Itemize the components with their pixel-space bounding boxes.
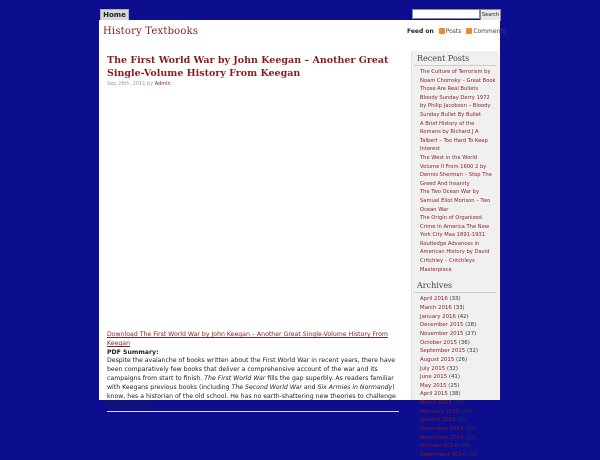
archive-link[interactable]: August 2015 [420, 357, 454, 363]
recent-posts-title: Recent Posts [414, 51, 496, 66]
archive-item: June 2015 (41) [420, 374, 460, 381]
post-divider [107, 411, 399, 412]
archive-item: February 2015 (44) [420, 408, 473, 415]
site-title[interactable]: History Textbooks [103, 26, 198, 37]
summary-label: PDF Summary: [107, 348, 159, 356]
archive-item: August 2015 (26) [420, 356, 468, 363]
recent-post-link[interactable]: The Culture of Terrorism by Noam Chomsky… [420, 68, 496, 85]
archive-link[interactable]: November 2015 [420, 331, 463, 337]
post-content: The First World War by John Keegan – Ano… [107, 54, 399, 87]
archive-item: November 2015 (27) [420, 330, 477, 337]
page-container: History Textbooks Feed on Posts Comments… [99, 20, 506, 458]
archive-item: May 2015 (25) [420, 382, 460, 389]
recent-post-link[interactable]: The Origin of Organized Crime in America… [420, 214, 496, 274]
archive-item: October 2014 (39) [420, 443, 470, 450]
archive-item: September 2015 (32) [420, 348, 479, 355]
download-link[interactable]: Download The First World War by John Kee… [107, 331, 388, 347]
archive-link[interactable]: December 2015 [420, 322, 463, 328]
site-header: History Textbooks Feed on Posts Comments [99, 20, 506, 44]
rss-icon [466, 28, 473, 34]
archive-link[interactable]: June 2015 [420, 374, 447, 380]
post-meta: Sep 26th, 2011 by Admin [107, 81, 399, 87]
archive-item: January 2016 (42) [420, 313, 469, 320]
archive-link[interactable]: May 2015 [420, 383, 447, 389]
archive-link[interactable]: October 2014 [420, 443, 457, 449]
top-bar: Home Search [0, 0, 600, 21]
post-author[interactable]: Admin [155, 81, 171, 87]
archive-item: April 2015 (38) [420, 391, 461, 398]
archive-link[interactable]: April 2016 [420, 296, 448, 302]
archive-item: December 2015 (28) [420, 322, 477, 329]
summary-text: Despite the avalanche of books written a… [107, 357, 396, 409]
archive-item: November 2014 (32) [420, 434, 477, 441]
post-date: Sep 26th, 2011 [107, 81, 146, 87]
archive-link[interactable]: March 2016 [420, 305, 452, 311]
archive-item: March 2016 (33) [420, 304, 465, 311]
recent-post-link[interactable]: A Brief History of the Romans by Richard… [420, 120, 496, 154]
archive-item: March 2015 (37) [420, 400, 465, 407]
archive-link[interactable]: July 2015 [420, 366, 445, 372]
archive-link[interactable]: November 2014 [420, 435, 463, 441]
recent-post-link[interactable]: The Two Ocean War by Samuel Eliot Moriso… [420, 188, 496, 214]
archive-item: October 2015 (36) [420, 339, 470, 346]
archive-item: January 2015 (52) [420, 417, 469, 424]
archive-link[interactable]: March 2015 [420, 400, 452, 406]
recent-post-link[interactable]: The West in the World Volume II From 160… [420, 154, 496, 188]
post-title[interactable]: The First World War by John Keegan – Ano… [107, 54, 399, 80]
feed-links: Feed on Posts Comments [407, 28, 506, 35]
archive-item: July 2015 (32) [420, 365, 458, 372]
archive-link[interactable]: January 2016 [420, 314, 456, 320]
archive-item: September 2014 (69) [420, 452, 479, 459]
recent-post-link[interactable]: Those Are Real Bullets Bloody Sunday Der… [420, 85, 496, 119]
archive-link[interactable]: January 2015 [420, 417, 456, 423]
post-body: Download The First World War by John Kee… [107, 331, 400, 410]
comments-feed-link[interactable]: Comments [473, 28, 506, 35]
sidebar: Recent Posts The Culture of Terrorism by… [411, 51, 499, 458]
posts-feed-link[interactable]: Posts [446, 28, 462, 35]
post-by: by [147, 81, 154, 87]
archive-link[interactable]: February 2015 [420, 409, 459, 415]
archives-title: Archives [414, 278, 496, 294]
archive-item: April 2016 (33) [420, 296, 461, 303]
recent-posts-list: The Culture of Terrorism by Noam Chomsky… [412, 66, 499, 278]
archive-link[interactable]: April 2015 [420, 391, 448, 397]
archive-link[interactable]: September 2014 [420, 452, 465, 458]
archive-link[interactable]: September 2015 [420, 348, 465, 354]
archive-link[interactable]: October 2015 [420, 340, 457, 346]
rss-icon [438, 28, 445, 34]
search-input[interactable] [412, 9, 480, 19]
feed-label: Feed on [407, 28, 434, 35]
archive-item: December 2014 (52) [420, 426, 477, 433]
archives-list: April 2016 (33) March 2016 (33) January … [412, 293, 499, 459]
archive-link[interactable]: December 2014 [420, 426, 463, 432]
